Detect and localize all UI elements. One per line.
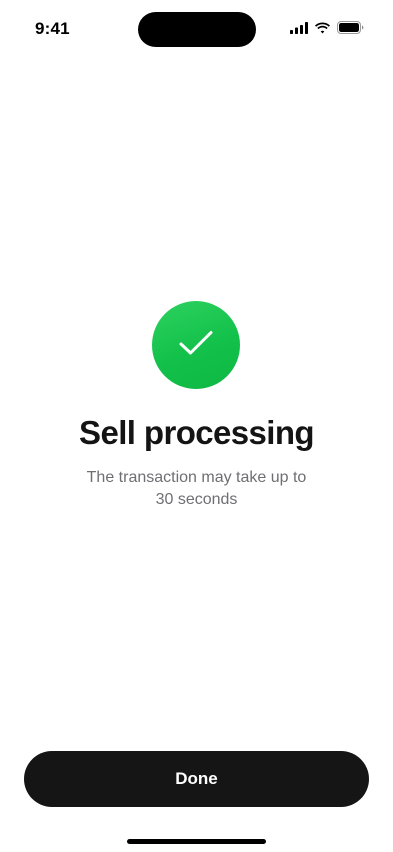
done-button[interactable]: Done [24,751,369,807]
sell-processing-screen: 9:41 Sell processing The transaction may… [0,0,393,852]
dynamic-island [138,12,256,47]
cellular-signal-icon [290,21,308,34]
success-badge [152,301,240,389]
battery-icon [337,21,364,34]
checkmark-icon [178,329,214,362]
page-title: Sell processing [79,414,315,451]
page-subtitle: The transaction may take up to 30 second… [86,469,307,508]
status-time: 9:41 [35,19,70,38]
status-icons [290,21,364,34]
home-indicator[interactable] [127,839,266,844]
status-bar: 9:41 [0,0,393,54]
wifi-icon [314,22,331,34]
